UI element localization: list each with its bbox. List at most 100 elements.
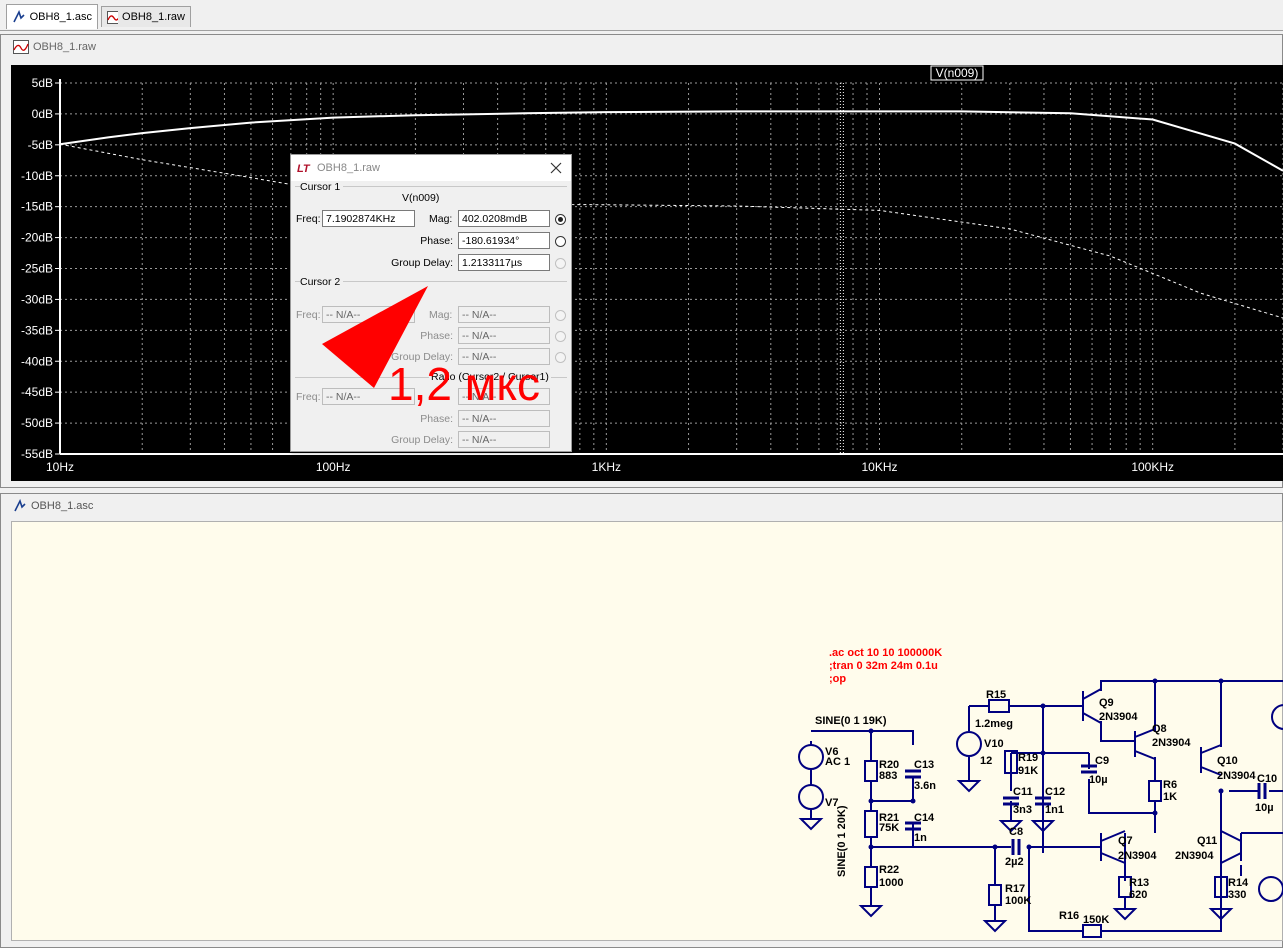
cursor1-freq-field[interactable]: 7.1902874KHz xyxy=(322,210,415,227)
cursor1-phase-field[interactable]: -180.61934° xyxy=(458,232,550,249)
component-value[interactable]: 1.2meg xyxy=(975,718,1013,730)
ratio-freq-label: Freq: xyxy=(296,391,321,403)
component-value[interactable]: 2N3904 xyxy=(1099,711,1138,723)
cursor2-phase-field[interactable]: -- N/A-- xyxy=(458,327,550,344)
component-label[interactable]: Q11 xyxy=(1197,835,1217,847)
component-value[interactable]: 330 xyxy=(1228,889,1246,901)
waveform-chart[interactable]: 5dB 0dB -5dB -10dB -15dB -20dB -25dB -30dB -35dB… xyxy=(11,65,1283,481)
y-tick-label: -5dB xyxy=(28,138,53,152)
component-label[interactable]: V10 xyxy=(984,738,1004,750)
component-label[interactable]: R19 xyxy=(1018,752,1038,764)
component-value[interactable]: 10µ xyxy=(1255,802,1274,814)
lt-logo-icon: LT xyxy=(297,163,311,175)
component-label[interactable]: C11 xyxy=(1013,786,1033,798)
component-label[interactable]: R16 xyxy=(1059,910,1079,922)
component-value[interactable]: 3.6n xyxy=(914,780,936,792)
cursor2-mag-field[interactable]: -- N/A-- xyxy=(458,306,550,323)
y-tick-label: -25dB xyxy=(21,262,53,276)
component-label[interactable]: C9 xyxy=(1095,755,1109,767)
phase-radio[interactable] xyxy=(555,236,566,247)
y-tick-label: -30dB xyxy=(21,292,53,306)
cursor2-radio-1 xyxy=(555,310,566,321)
schematic-drawing[interactable]: .ac oct 10 10 100000K ;tran 0 32m 24m 0.… xyxy=(12,522,1283,942)
component-label[interactable]: R15 xyxy=(986,689,1006,701)
group-delay-radio[interactable] xyxy=(555,258,566,269)
component-value[interactable]: 10µ xyxy=(1089,774,1108,786)
y-tick-label: -50dB xyxy=(21,416,53,430)
y-tick-label: 5dB xyxy=(32,76,53,90)
ratio-gd-field[interactable]: -- N/A-- xyxy=(458,431,550,448)
component-value[interactable]: 2N3904 xyxy=(1217,770,1256,782)
spice-directive[interactable]: ;tran 0 32m 24m 0.1u xyxy=(829,660,938,672)
cursor1-phase-label: Phase: xyxy=(420,235,453,247)
x-tick-label: 10KHz xyxy=(861,460,897,474)
component-label[interactable]: C13 xyxy=(914,759,934,771)
waveform-icon xyxy=(13,40,29,54)
y-tick-label: -35dB xyxy=(21,323,53,337)
component-value[interactable]: 100K xyxy=(1005,895,1031,907)
component-label[interactable]: C8 xyxy=(1009,826,1023,838)
component-label[interactable]: R17 xyxy=(1005,883,1025,895)
component-label[interactable]: R22 xyxy=(879,864,899,876)
schematic-icon xyxy=(14,499,26,512)
component-label[interactable]: Q10 xyxy=(1217,755,1238,767)
component-label[interactable]: R14 xyxy=(1228,877,1249,889)
schematic-pane-title: OBH8_1.asc xyxy=(13,497,93,515)
close-icon[interactable] xyxy=(550,162,562,174)
annotation-text: 1,2 мкс xyxy=(388,358,540,410)
component-value[interactable]: 883 xyxy=(879,770,897,782)
schematic-canvas[interactable]: .ac oct 10 10 100000K ;tran 0 32m 24m 0.… xyxy=(11,521,1283,941)
component-value[interactable]: 91K xyxy=(1018,765,1038,777)
ratio-gd-label: Group Delay: xyxy=(391,434,453,446)
y-tick-label: -40dB xyxy=(21,354,53,368)
component-label[interactable]: Q9 xyxy=(1099,697,1114,709)
component-label[interactable]: C14 xyxy=(914,812,935,824)
cursor1-freq-label: Freq: xyxy=(296,213,321,225)
component-value[interactable]: AC 1 xyxy=(825,756,850,768)
component-label[interactable]: Q8 xyxy=(1152,723,1167,735)
ratio-phase-field[interactable]: -- N/A-- xyxy=(458,410,550,427)
document-tab-bar: OBH8_1.asc OBH8_1.raw xyxy=(0,0,1283,31)
x-tick-label: 100Hz xyxy=(316,460,351,474)
component-value[interactable]: 2N3904 xyxy=(1152,737,1191,749)
component-value[interactable]: 2N3904 xyxy=(1175,850,1214,862)
x-tick-label: 1KHz xyxy=(592,460,621,474)
component-label[interactable]: C10 xyxy=(1257,773,1277,785)
component-value[interactable]: 620 xyxy=(1129,889,1147,901)
component-label[interactable]: C12 xyxy=(1045,786,1065,798)
spice-directive[interactable]: ;op xyxy=(829,673,846,685)
tab-waveform[interactable]: OBH8_1.raw xyxy=(101,6,191,27)
component-label[interactable]: R13 xyxy=(1129,877,1149,889)
cursor1-mag-label: Mag: xyxy=(429,213,453,225)
tab-label: OBH8_1.raw xyxy=(122,11,185,23)
component-value[interactable]: 2µ2 xyxy=(1005,856,1024,868)
component-value[interactable]: 1K xyxy=(1163,791,1177,803)
component-value[interactable]: 1n1 xyxy=(1045,804,1064,816)
y-tick-label: -10dB xyxy=(21,169,53,183)
source-label[interactable]: SINE(0 1 19K) xyxy=(815,715,887,727)
waveform-pane-title: OBH8_1.raw xyxy=(13,38,96,56)
component-value[interactable]: 150K xyxy=(1083,914,1109,926)
component-value[interactable]: 1n xyxy=(914,832,927,844)
component-value[interactable]: 2N3904 xyxy=(1118,850,1157,862)
component-value[interactable]: 1000 xyxy=(879,877,903,889)
component-value[interactable]: 12 xyxy=(980,755,992,767)
component-value[interactable]: 75K xyxy=(879,822,899,834)
cursor1-mag-field[interactable]: 402.0208mdB xyxy=(458,210,550,227)
tab-schematic[interactable]: OBH8_1.asc xyxy=(6,4,98,29)
x-tick-label: 10Hz xyxy=(46,460,74,474)
cursor1-gd-field[interactable]: 1.2133117µs xyxy=(458,254,550,271)
waveform-plot[interactable]: 5dB 0dB -5dB -10dB -15dB -20dB -25dB -30dB -35dB… xyxy=(11,65,1283,481)
component-value[interactable]: 3n3 xyxy=(1013,804,1032,816)
dialog-title-bar[interactable]: LT OBH8_1.raw xyxy=(291,155,571,181)
spice-directive[interactable]: .ac oct 10 10 100000K xyxy=(829,647,942,659)
mag-radio[interactable] xyxy=(555,214,566,225)
component-label[interactable]: Q7 xyxy=(1118,835,1133,847)
cursor2-radio-2 xyxy=(555,331,566,342)
source-label[interactable]: SINE(0 1 20K) xyxy=(836,805,848,877)
cursor1-trace-label: V(n009) xyxy=(402,192,440,204)
y-tick-label: -15dB xyxy=(21,200,53,214)
component-label[interactable]: R6 xyxy=(1163,779,1177,791)
series-line xyxy=(59,143,1283,319)
component-label[interactable]: V7 xyxy=(825,797,838,809)
